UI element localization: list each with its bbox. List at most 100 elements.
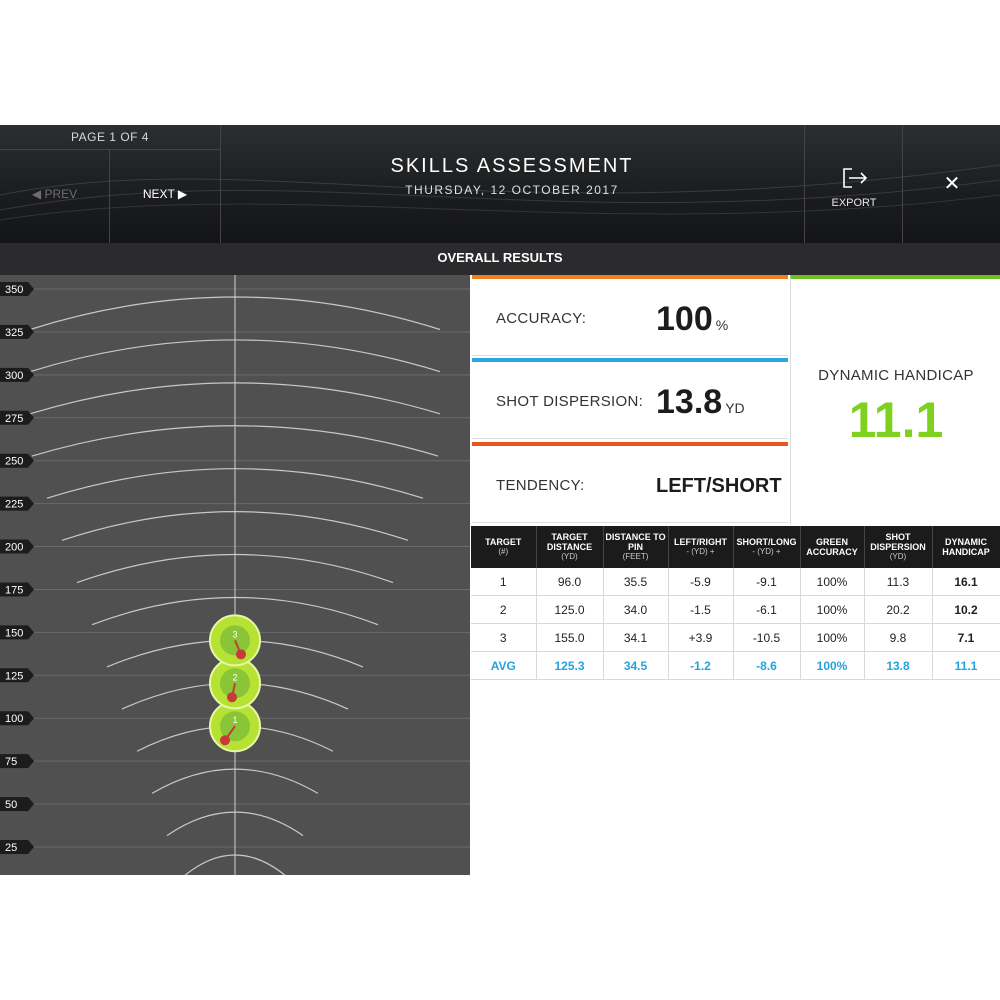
header-bar: PAGE 1 OF 4 ◀ PREV NEXT ▶ SKILLS ASSESSM… — [0, 125, 1000, 243]
distance-label-text: 150 — [5, 627, 23, 639]
distance-label-text: 325 — [5, 327, 23, 339]
column-header-title: TARGET DISTANCE — [546, 532, 593, 552]
page-indicator: PAGE 1 OF 4 — [0, 125, 220, 150]
target-number: 1 — [232, 715, 237, 725]
distance-label: 275 — [0, 410, 34, 425]
distance-label: 25 — [0, 840, 34, 854]
section-title: OVERALL RESULTS — [0, 243, 1000, 275]
table-cell: 2 — [471, 595, 537, 624]
table-cell: +3.9 — [668, 623, 734, 652]
pager: PAGE 1 OF 4 ◀ PREV NEXT ▶ — [0, 125, 221, 243]
column-header: SHOT DISPERSION (YD) — [864, 526, 933, 568]
column-header: DYNAMIC HANDICAP — [932, 526, 1000, 568]
distance-label-text: 25 — [5, 842, 17, 854]
distance-label: 125 — [0, 668, 34, 683]
table-cell: 125.3 — [536, 651, 604, 680]
column-header-unit: - (YD) + — [752, 547, 781, 556]
distance-label: 325 — [0, 324, 34, 339]
tendency-value: LEFT/SHORT — [656, 475, 782, 497]
export-icon — [843, 168, 868, 188]
table-cell: 9.8 — [864, 623, 933, 652]
table-cell: 34.5 — [603, 651, 669, 680]
distance-label: 175 — [0, 582, 34, 597]
column-header: GREEN ACCURACY — [800, 526, 865, 568]
dispersion-label: SHOT DISPERSION: — [496, 393, 644, 410]
table-header-row: TARGET (#) TARGET DISTANCE (YD) DISTANCE TO … — [471, 526, 1000, 568]
close-icon: ✕ — [943, 173, 961, 195]
table-cell: 13.8 — [864, 651, 933, 680]
distance-label-text: 125 — [5, 670, 23, 682]
column-header-unit: - (YD) + — [686, 547, 715, 556]
column-header: SHORT/LONG - (YD) + — [733, 526, 801, 568]
page-title: SKILLS ASSESSMENT — [390, 155, 634, 177]
dispersion-value-wrap: 13.8 YD — [656, 362, 745, 448]
table-row: 2 125.0 34.0 -1.5 -6.1 100% 20.2 10.2 — [471, 595, 1000, 624]
table-cell: 35.5 — [603, 568, 669, 596]
distance-label-text: 250 — [5, 456, 23, 468]
next-page-button[interactable]: NEXT ▶ — [110, 150, 220, 243]
tendency-label: TENDENCY: — [496, 477, 585, 494]
export-button[interactable]: EXPORT — [804, 125, 903, 243]
distance-label: 225 — [0, 496, 34, 511]
table-row: 3 155.0 34.1 +3.9 -10.5 100% 9.8 7.1 — [471, 623, 1000, 652]
table-cell: 100% — [800, 623, 865, 652]
table-cell: 96.0 — [536, 568, 604, 596]
tendency-card: TENDENCY: LEFT/SHORT — [472, 442, 788, 523]
distance-label-text: 300 — [5, 370, 23, 382]
table-cell: AVG — [471, 651, 537, 680]
column-header-title: GREEN ACCURACY — [806, 537, 858, 557]
table-cell: -9.1 — [733, 568, 801, 596]
distance-label-text: 225 — [5, 499, 23, 511]
accuracy-value-wrap: 100% — [656, 279, 728, 365]
table-cell: 11.3 — [864, 568, 933, 596]
column-header-title: SHOT DISPERSION — [870, 532, 926, 552]
column-header: TARGET (#) — [471, 526, 537, 568]
distance-label-text: 275 — [5, 413, 23, 425]
distance-label-text: 200 — [5, 542, 23, 554]
table-cell: 100% — [800, 568, 865, 596]
column-header-unit: (#) — [498, 547, 509, 556]
column-header: LEFT/RIGHT - (YD) + — [668, 526, 734, 568]
distance-label: 200 — [0, 539, 34, 554]
prev-page-button[interactable]: ◀ PREV — [0, 150, 110, 243]
distance-label: 75 — [0, 754, 34, 769]
accuracy-unit: % — [715, 317, 729, 333]
table-cell: 7.1 — [932, 623, 1000, 652]
shot-dot — [220, 735, 230, 746]
column-header-unit: (YD) — [561, 552, 578, 561]
distance-label: 250 — [0, 453, 34, 468]
column-header-title: TARGET — [485, 537, 522, 547]
export-label: EXPORT — [831, 197, 877, 209]
handicap-label: DYNAMIC HANDICAP — [818, 367, 974, 384]
distance-label: 150 — [0, 625, 34, 640]
table-cell: 20.2 — [864, 595, 933, 624]
column-header-title: DISTANCE TO PIN — [605, 532, 666, 552]
distance-label: 100 — [0, 711, 34, 726]
table-cell: 11.1 — [932, 651, 1000, 680]
table-cell: -5.9 — [668, 568, 734, 596]
target-number: 2 — [232, 672, 237, 682]
chart-canvas: 350325300275250225200175150125100755025 … — [0, 275, 470, 875]
table-cell: 10.2 — [932, 595, 1000, 624]
column-header: DISTANCE TO PIN (FEET) — [603, 526, 669, 568]
distance-label-text: 350 — [5, 284, 23, 296]
column-header-title: LEFT/RIGHT — [674, 537, 727, 547]
shot-dot — [236, 649, 246, 660]
results-table: TARGET (#) TARGET DISTANCE (YD) DISTANCE TO … — [471, 526, 1000, 680]
distance-label-text: 75 — [5, 756, 17, 768]
dispersion-value: 13.8 — [656, 383, 723, 421]
distance-label: 350 — [0, 282, 34, 296]
table-cell: 155.0 — [536, 623, 604, 652]
target-marker: 3 — [209, 614, 261, 667]
column-header: TARGET DISTANCE (YD) — [536, 526, 604, 568]
column-header-unit: (FEET) — [622, 552, 649, 561]
shot-dispersion-chart: 350 325 300 275 250 225 200 175 150 125 100 75 50 25 … — [0, 275, 470, 875]
distance-label-text: 50 — [5, 799, 17, 811]
table-cell: 100% — [800, 595, 865, 624]
column-header-title: DYNAMIC HANDICAP — [942, 537, 990, 557]
accuracy-card: ACCURACY: 100% — [472, 275, 788, 356]
table-cell: 16.1 — [932, 568, 1000, 596]
distance-label: 300 — [0, 367, 34, 382]
table-cell: -1.2 — [668, 651, 734, 680]
close-button[interactable]: ✕ — [902, 125, 1000, 243]
